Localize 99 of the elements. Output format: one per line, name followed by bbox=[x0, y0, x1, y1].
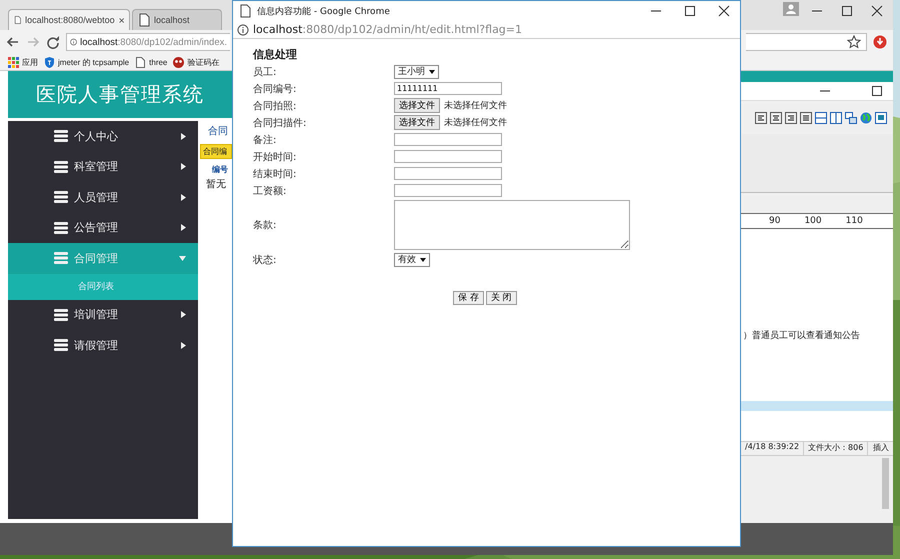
sidebar-item[interactable]: 公告管理 bbox=[8, 212, 198, 243]
field-label: 结束时间: bbox=[253, 168, 298, 180]
page-icon bbox=[138, 13, 150, 27]
browser-tab[interactable]: localhost bbox=[132, 9, 222, 30]
caret-icon bbox=[181, 311, 186, 318]
bookmark-link[interactable]: 应用 bbox=[8, 56, 38, 68]
stack-icon bbox=[54, 339, 68, 352]
bookmark-link[interactable]: 验证码在 bbox=[173, 56, 220, 68]
align-icon[interactable] bbox=[770, 112, 782, 124]
page-icon bbox=[135, 56, 146, 68]
status-text: 文件大小：806 bbox=[804, 442, 868, 455]
stack-icon bbox=[54, 252, 68, 264]
caret-icon bbox=[179, 256, 186, 261]
dropdown[interactable]: 王小明 bbox=[394, 64, 439, 78]
field-label: 合同扫描件: bbox=[253, 116, 308, 130]
stack-icon bbox=[54, 222, 68, 234]
empty-message: 暂无 bbox=[205, 178, 227, 191]
bookmark-link[interactable]: jmeter 的 tcpsample bbox=[44, 56, 130, 68]
field-label: 合同拍照: bbox=[253, 100, 298, 112]
close-icon[interactable] bbox=[118, 16, 124, 24]
url-text: localhost:8080/dp102/admin/ht/edit.html?flag=1 bbox=[253, 23, 522, 36]
breadcrumb: 合同 bbox=[207, 125, 229, 138]
apps-grid-icon bbox=[8, 56, 19, 68]
layout-icon[interactable] bbox=[815, 112, 827, 124]
window-title: 信息内容功能 - Google Chrome bbox=[257, 6, 390, 18]
info-icon bbox=[237, 24, 249, 36]
maximize-icon[interactable] bbox=[684, 5, 696, 17]
field-label: 状态: bbox=[253, 254, 278, 266]
choose-file-button[interactable]: 选择文件 bbox=[394, 115, 440, 130]
windows-icon[interactable] bbox=[845, 112, 857, 124]
maximize-icon[interactable] bbox=[841, 5, 853, 17]
field-label: 开始时间: bbox=[253, 150, 298, 164]
back-arrow-icon[interactable] bbox=[6, 35, 20, 49]
stack-icon bbox=[54, 130, 68, 142]
stack-icon bbox=[54, 308, 68, 321]
stack-icon bbox=[54, 191, 68, 204]
browser-tab[interactable]: localhost:8080/webtoo bbox=[8, 9, 130, 30]
column-header: 编号 bbox=[211, 164, 229, 175]
document-text: ）普通员工可以查看通知公告 bbox=[742, 329, 860, 342]
tab-title: localhost bbox=[154, 15, 191, 25]
url-text: localhost:8080/dp102/admin/index. bbox=[80, 36, 227, 48]
ruler-number: 100 bbox=[804, 216, 822, 226]
shield-icon bbox=[44, 56, 55, 68]
maximize-icon[interactable] bbox=[871, 85, 883, 97]
close-button[interactable]: 关 闭 bbox=[486, 291, 517, 305]
input-field[interactable] bbox=[394, 133, 502, 146]
scrollbar[interactable] bbox=[882, 458, 889, 509]
caret-icon bbox=[181, 194, 186, 201]
status-text: 插入 bbox=[872, 442, 890, 454]
page-icon bbox=[239, 4, 251, 18]
field-label: 合同编号: bbox=[253, 82, 298, 96]
page-icon bbox=[14, 13, 22, 27]
sidebar-item[interactable]: 个人中心 bbox=[8, 121, 198, 152]
choose-file-button[interactable]: 选择文件 bbox=[394, 98, 440, 113]
sidebar-item[interactable]: 科室管理 bbox=[8, 152, 198, 182]
file-status: 未选择任何文件 bbox=[444, 100, 507, 112]
round-extension-icon[interactable] bbox=[873, 35, 887, 49]
ruler-number: 90 bbox=[769, 216, 780, 226]
stack-icon bbox=[54, 160, 68, 173]
input-field[interactable] bbox=[394, 184, 502, 197]
caret-icon bbox=[181, 132, 186, 140]
sidebar-item[interactable]: 培训管理 bbox=[8, 300, 198, 330]
layout-icon[interactable] bbox=[830, 112, 842, 124]
align-icon[interactable] bbox=[800, 112, 812, 124]
content-tab[interactable]: 合同编 bbox=[200, 144, 232, 159]
close-icon[interactable] bbox=[718, 5, 730, 17]
app-title: 医院人事管理系统 bbox=[36, 81, 204, 108]
reload-icon[interactable] bbox=[46, 35, 60, 49]
round-logo-icon bbox=[173, 56, 184, 68]
save-button[interactable]: 保 存 bbox=[453, 291, 484, 305]
dropdown-arrow-icon bbox=[420, 258, 426, 262]
frame-icon[interactable] bbox=[875, 112, 887, 124]
sidebar-item[interactable]: 人员管理 bbox=[8, 182, 198, 212]
close-icon[interactable] bbox=[871, 5, 883, 17]
form-heading: 信息处理 bbox=[253, 47, 298, 62]
info-icon bbox=[70, 36, 78, 48]
ruler-number: 110 bbox=[846, 216, 863, 226]
address-bar[interactable]: localhost:8080/dp102/admin/index. bbox=[66, 33, 230, 51]
caret-icon bbox=[181, 224, 186, 232]
caret-icon bbox=[181, 342, 186, 349]
star-icon[interactable] bbox=[847, 35, 861, 49]
globe-icon[interactable] bbox=[860, 112, 872, 124]
field-label: 员工: bbox=[253, 66, 278, 78]
field-label: 备注: bbox=[253, 134, 278, 146]
input-field[interactable] bbox=[394, 150, 502, 163]
caret-icon bbox=[181, 163, 186, 170]
dropdown-arrow-icon bbox=[429, 70, 435, 74]
dropdown[interactable]: 有效 bbox=[394, 252, 430, 266]
file-status: 未选择任何文件 bbox=[444, 116, 507, 129]
sidebar-item[interactable]: 请假管理 bbox=[8, 330, 198, 360]
field-label: 工资额: bbox=[253, 184, 288, 198]
field-label: 条款: bbox=[253, 219, 278, 232]
align-icon[interactable] bbox=[755, 112, 767, 124]
bookmark-link[interactable]: three bbox=[135, 56, 168, 68]
tab-title: localhost:8080/webtoo bbox=[25, 15, 115, 25]
input-field[interactable]: 11111111 bbox=[394, 82, 502, 95]
input-field[interactable] bbox=[394, 167, 502, 180]
user-icon[interactable] bbox=[783, 2, 799, 16]
align-icon[interactable] bbox=[785, 112, 797, 124]
